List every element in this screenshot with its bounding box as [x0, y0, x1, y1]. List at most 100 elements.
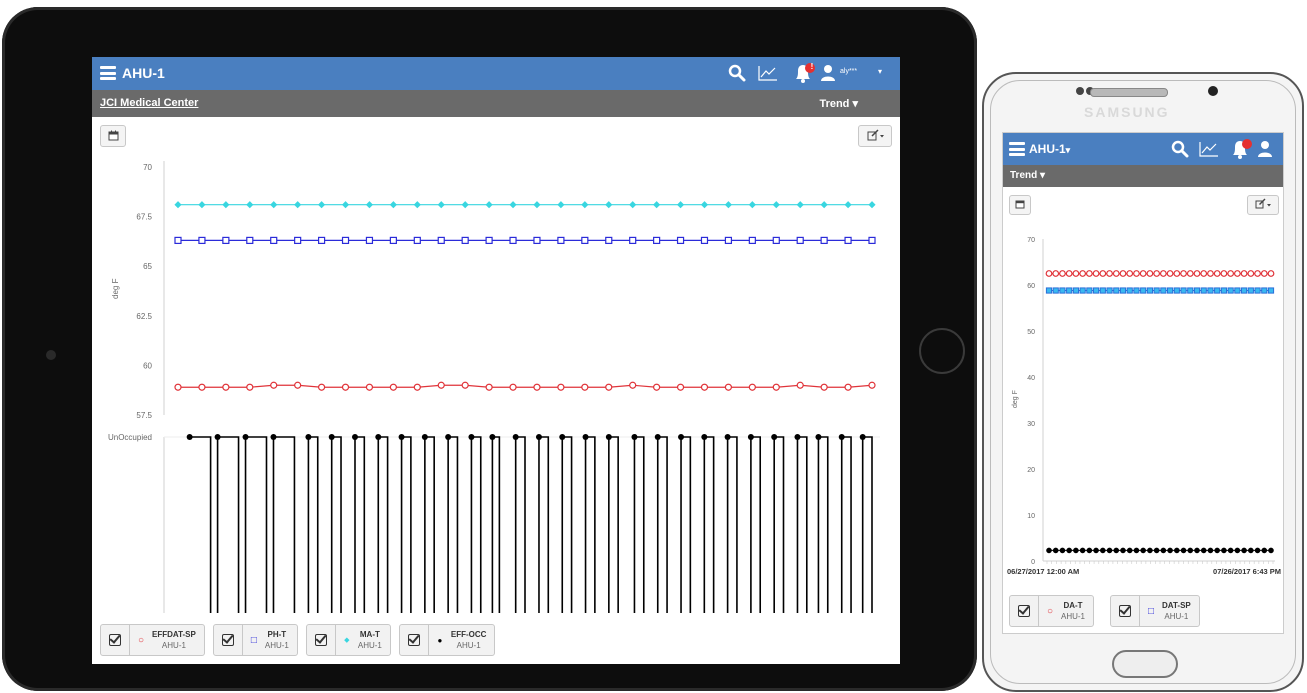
bell-icon[interactable] — [1229, 138, 1255, 160]
chevron-down-icon[interactable]: ▾ — [878, 67, 882, 76]
occupancy-point — [724, 434, 731, 440]
legend-source: AHU-1 — [456, 641, 481, 650]
data-point — [1112, 270, 1120, 277]
data-point — [1261, 547, 1268, 554]
caret-down-icon: ▾ — [1040, 170, 1046, 181]
data-point — [1052, 547, 1059, 554]
user-icon[interactable] — [820, 64, 836, 82]
data-point — [700, 236, 709, 245]
edit-dropdown-button[interactable] — [858, 125, 892, 147]
data-point — [1254, 270, 1261, 277]
y-tick-label: 40 — [1027, 375, 1035, 382]
data-point — [270, 381, 278, 389]
data-point — [1220, 270, 1228, 277]
legend-item-dat-sp[interactable]: □ DAT-SP AHU-1 — [1110, 595, 1200, 627]
tablet-home-button[interactable] — [919, 328, 965, 374]
data-point — [1268, 547, 1274, 554]
data-point — [653, 236, 661, 245]
data-point — [1221, 547, 1227, 554]
data-point — [1126, 287, 1133, 294]
trend-menu[interactable]: Trend ▾ — [819, 97, 858, 110]
data-point — [1079, 547, 1086, 554]
legend-checkbox[interactable] — [1111, 596, 1141, 626]
phone-device: SAMSUNG AHU-1▾ Trend ▾ 70 60 50 40 30 20… — [982, 72, 1304, 692]
data-point — [1248, 547, 1254, 554]
data-point — [1233, 270, 1241, 277]
legend-source: AHU-1 — [1061, 612, 1086, 621]
legend-checkbox[interactable] — [214, 625, 243, 655]
data-point — [1099, 270, 1107, 277]
legend-item-effdat-sp[interactable]: ○ EFFDAT-SP AHU-1 — [100, 624, 205, 656]
data-point — [1241, 547, 1247, 554]
trend-chart-icon[interactable] — [1199, 141, 1219, 157]
trend-chart-icon[interactable] — [758, 65, 778, 81]
data-point — [1207, 287, 1214, 294]
phone-app-title[interactable]: AHU-1▾ — [1029, 142, 1070, 156]
legend-checkbox[interactable] — [400, 625, 429, 655]
legend-item-ma-t[interactable]: ◆ MA-T AHU-1 — [305, 624, 391, 656]
search-icon[interactable] — [1171, 140, 1189, 158]
data-point — [1045, 270, 1053, 277]
data-point — [533, 201, 541, 209]
legend-name: MA-T — [359, 630, 380, 639]
y-tick-label: 0 — [1031, 559, 1035, 566]
data-point — [1146, 270, 1154, 277]
data-point — [1100, 547, 1106, 554]
legend-item-eff-occ[interactable]: ● EFF-OCC AHU-1 — [398, 624, 496, 656]
data-point — [198, 201, 206, 209]
calendar-button[interactable] — [100, 125, 126, 147]
data-point — [437, 201, 445, 209]
app-title[interactable]: AHU-1 — [122, 65, 165, 81]
data-point — [413, 201, 421, 209]
legend-source: AHU-1 — [1164, 612, 1189, 621]
data-point — [1153, 547, 1160, 554]
data-point — [1166, 287, 1174, 294]
data-point — [796, 201, 804, 209]
user-icon[interactable] — [1257, 140, 1273, 158]
calendar-button[interactable] — [1009, 195, 1031, 215]
search-icon[interactable] — [728, 64, 746, 82]
hamburger-menu-icon[interactable] — [100, 66, 116, 80]
checkbox-icon — [314, 634, 327, 646]
trend-menu[interactable]: Trend ▾ — [1010, 170, 1045, 181]
data-point — [1079, 270, 1087, 277]
data-point — [605, 383, 613, 391]
breadcrumb[interactable]: JCI Medical Center — [100, 97, 198, 109]
edit-dropdown-button[interactable] — [1247, 195, 1279, 215]
legend-checkbox[interactable] — [307, 625, 336, 655]
occupancy-point — [631, 434, 638, 440]
edit-icon — [867, 129, 884, 141]
data-point — [533, 236, 541, 245]
data-point — [1066, 547, 1072, 554]
legend-checkbox[interactable] — [101, 625, 130, 655]
data-point — [796, 236, 804, 245]
data-point — [1227, 287, 1234, 294]
y-tick-label: 70 — [143, 163, 152, 172]
phone-sub-header: Trend ▾ — [1003, 165, 1283, 187]
y-tick-label: 20 — [1027, 467, 1035, 474]
data-point — [868, 236, 876, 245]
hamburger-menu-icon[interactable] — [1009, 142, 1025, 156]
data-point — [1200, 287, 1207, 294]
data-point — [1072, 270, 1080, 277]
y-tick-label: 60 — [1027, 283, 1035, 290]
data-point — [389, 236, 397, 245]
data-point — [1167, 547, 1173, 554]
legend-item-ph-t[interactable]: □ PH-T AHU-1 — [212, 624, 298, 656]
y-axis-label: deg F — [111, 278, 120, 299]
user-name[interactable]: aly*** — [840, 68, 857, 75]
data-point — [1261, 287, 1268, 294]
data-point — [1073, 547, 1079, 554]
data-point — [1092, 287, 1100, 294]
data-point — [365, 201, 374, 209]
phone-sensor — [1076, 87, 1084, 95]
data-point — [246, 201, 254, 209]
data-point — [270, 236, 278, 245]
data-point — [294, 201, 302, 209]
y-tick-label: 57.5 — [136, 411, 152, 420]
y-tick-label: 60 — [143, 361, 152, 370]
phone-home-button[interactable] — [1112, 650, 1178, 678]
legend-checkbox[interactable] — [1010, 596, 1039, 626]
legend-item-da-t[interactable]: ○ DA-T AHU-1 — [1009, 595, 1095, 627]
occupancy-point — [421, 434, 428, 440]
